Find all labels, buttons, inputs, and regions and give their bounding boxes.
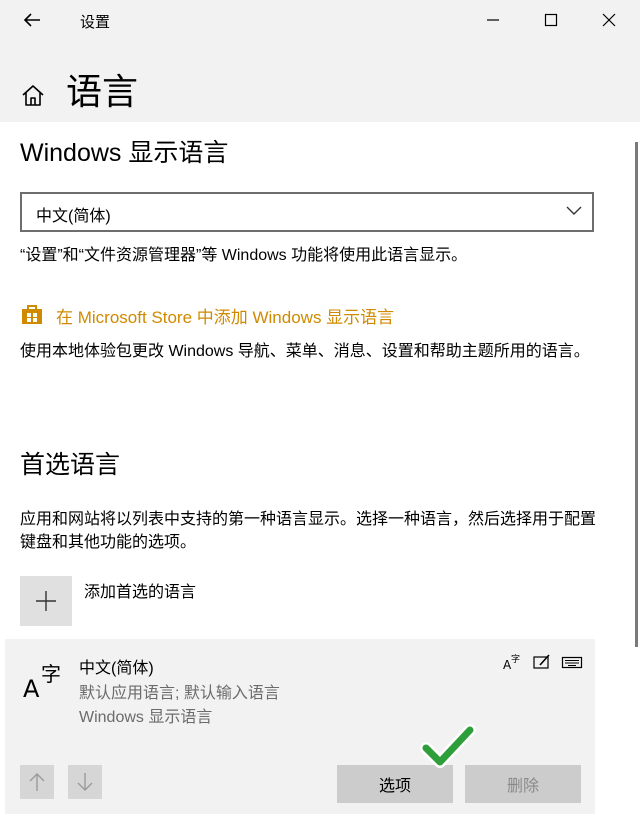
remove-button[interactable]: 删除 <box>465 765 581 803</box>
language-display-status: Windows 显示语言 <box>79 709 213 726</box>
move-up-button[interactable] <box>20 765 54 799</box>
title-bar: 设置 <box>0 0 640 40</box>
svg-text:字: 字 <box>41 662 61 686</box>
add-language-label[interactable]: 添加首选的语言 <box>84 578 196 602</box>
store-description: 使用本地体验包更改 Windows 导航、菜单、消息、设置和帮助主题所用的语言。 <box>20 343 590 360</box>
handwriting-icon <box>533 654 550 669</box>
chevron-down-icon <box>566 206 582 215</box>
language-icon: A 字 <box>23 662 61 701</box>
plus-icon <box>36 591 56 611</box>
display-language-heading: Windows 显示语言 <box>20 139 229 167</box>
home-icon[interactable] <box>20 83 46 109</box>
language-details: 默认应用语言; 默认输入语言 <box>79 685 280 702</box>
close-icon[interactable] <box>594 5 624 35</box>
language-name: 中文(简体) <box>79 660 154 677</box>
svg-text:A: A <box>23 675 40 701</box>
page-header: 语言 <box>0 40 640 122</box>
display-language-description: “设置”和“文件资源管理器”等 Windows 功能将使用此语言显示。 <box>20 247 468 264</box>
checkmark-icon <box>420 724 476 768</box>
preferred-languages-heading: 首选语言 <box>20 451 121 479</box>
page-title: 语言 <box>66 71 139 112</box>
display-language-dropdown[interactable]: 中文(简体) <box>20 192 594 232</box>
arrow-up-icon <box>29 773 45 791</box>
add-language-button[interactable] <box>20 576 72 626</box>
move-down-button[interactable] <box>68 765 102 799</box>
window-title: 设置 <box>80 14 111 31</box>
back-arrow-icon[interactable] <box>18 6 46 34</box>
display-language-icon: A 字 <box>503 653 520 672</box>
svg-text:字: 字 <box>511 653 520 665</box>
language-list-item[interactable]: A 字 中文(简体) 默认应用语言; 默认输入语言 Windows 显示语言 A… <box>5 639 595 814</box>
store-bag-icon <box>22 305 42 324</box>
scrollbar[interactable] <box>635 142 638 647</box>
dropdown-value: 中文(简体) <box>36 208 111 225</box>
keyboard-icon <box>561 656 583 669</box>
minimize-icon[interactable] <box>478 5 508 35</box>
maximize-icon[interactable] <box>536 5 566 35</box>
store-link-label[interactable]: 在 Microsoft Store 中添加 Windows 显示语言 <box>56 303 394 328</box>
preferred-languages-description: 应用和网站将以列表中支持的第一种语言显示。选择一种语言，然后选择用于配置键盘和其… <box>20 511 597 551</box>
settings-content: Windows 显示语言 中文(简体) “设置”和“文件资源管理器”等 Wind… <box>0 122 640 839</box>
arrow-down-icon <box>77 773 93 791</box>
